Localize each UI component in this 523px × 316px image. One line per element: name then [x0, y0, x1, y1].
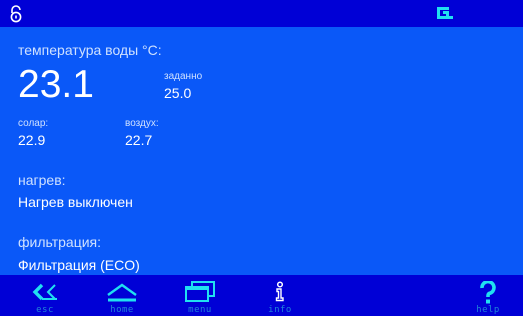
home-label: home [110, 305, 134, 315]
esc-button[interactable]: esc [15, 275, 75, 316]
solar-label: солар: [18, 118, 49, 129]
info-label: info [268, 305, 292, 315]
info-icon [275, 281, 284, 302]
menu-windows-icon [185, 281, 215, 302]
setpoint-value: 25.0 [164, 85, 192, 101]
main-panel: температура воды °C: 23.1 заданно 25.0 с… [0, 27, 523, 275]
water-temperature-value: 23.1 [18, 63, 94, 106]
controller-screen: температура воды °C: 23.1 заданно 25.0 с… [0, 0, 523, 316]
heating-status: Нагрев выключен [18, 194, 133, 210]
menu-label: menu [188, 305, 212, 315]
esc-label: esc [36, 305, 54, 315]
help-label: help [476, 305, 500, 315]
solar-value: 22.9 [18, 132, 46, 148]
menu-button[interactable]: menu [170, 275, 230, 316]
heating-label: нагрев: [18, 172, 66, 188]
question-mark-icon [480, 281, 496, 304]
air-value: 22.7 [125, 132, 153, 148]
status-bar [0, 0, 523, 27]
info-button[interactable]: info [250, 275, 310, 316]
air-label: воздух: [125, 118, 159, 129]
navigation-bar: esc home menu info help [0, 275, 523, 316]
lock-open-icon [10, 5, 22, 23]
help-button[interactable]: help [458, 275, 518, 316]
filtration-label: фильтрация: [18, 234, 102, 250]
connection-icon [437, 7, 453, 19]
home-button[interactable]: home [92, 275, 152, 316]
home-icon [107, 283, 137, 302]
setpoint-label: заданно [164, 71, 203, 82]
filtration-status: Фильтрация (ECO) [18, 257, 140, 273]
back-arrow-icon [32, 283, 57, 301]
water-temperature-label: температура воды °C: [18, 42, 162, 58]
